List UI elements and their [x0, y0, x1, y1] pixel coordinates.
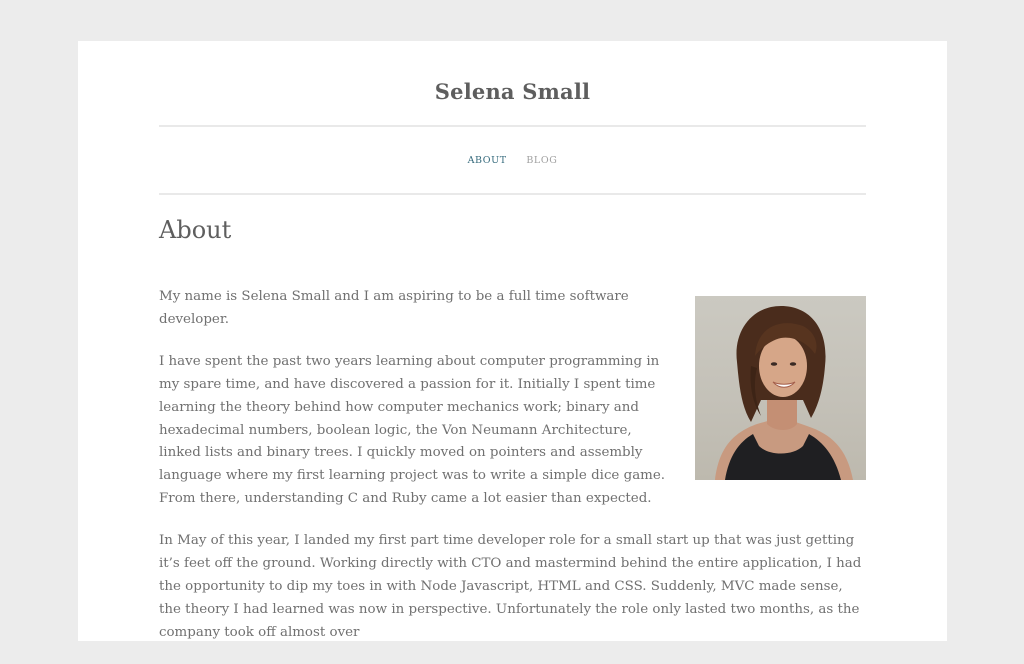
- nav-item-about[interactable]: ABOUT: [468, 154, 507, 168]
- main-navigation: ABOUT BLOG: [159, 154, 866, 168]
- header-divider: [159, 125, 866, 127]
- profile-photo: [695, 296, 866, 480]
- page-content: My name is Selena Small and I am aspirin…: [159, 286, 866, 664]
- nav-divider: [159, 193, 866, 195]
- site-title[interactable]: Selena Small: [159, 79, 866, 105]
- page-card: Selena Small ABOUT BLOG About My name is…: [78, 41, 947, 641]
- nav-item-blog[interactable]: BLOG: [526, 154, 557, 168]
- page-title: About: [159, 216, 232, 244]
- about-paragraph-3: In May of this year, I landed my first p…: [159, 533, 862, 640]
- profile-photo-illustration: [715, 306, 853, 480]
